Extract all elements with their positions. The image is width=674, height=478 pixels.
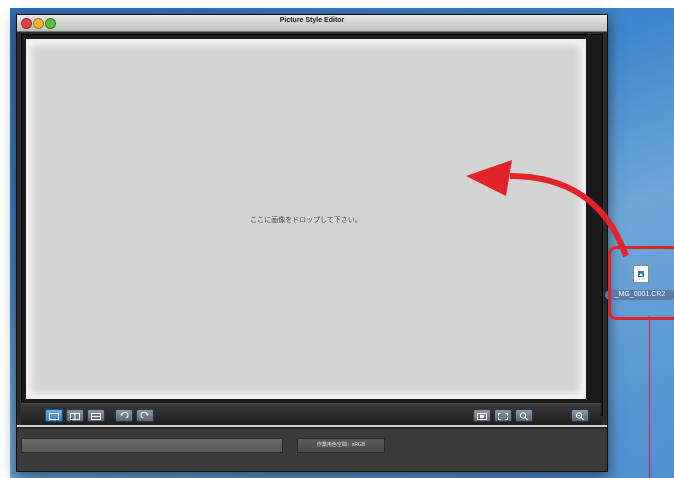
- drag-arrow-icon: [466, 160, 629, 258]
